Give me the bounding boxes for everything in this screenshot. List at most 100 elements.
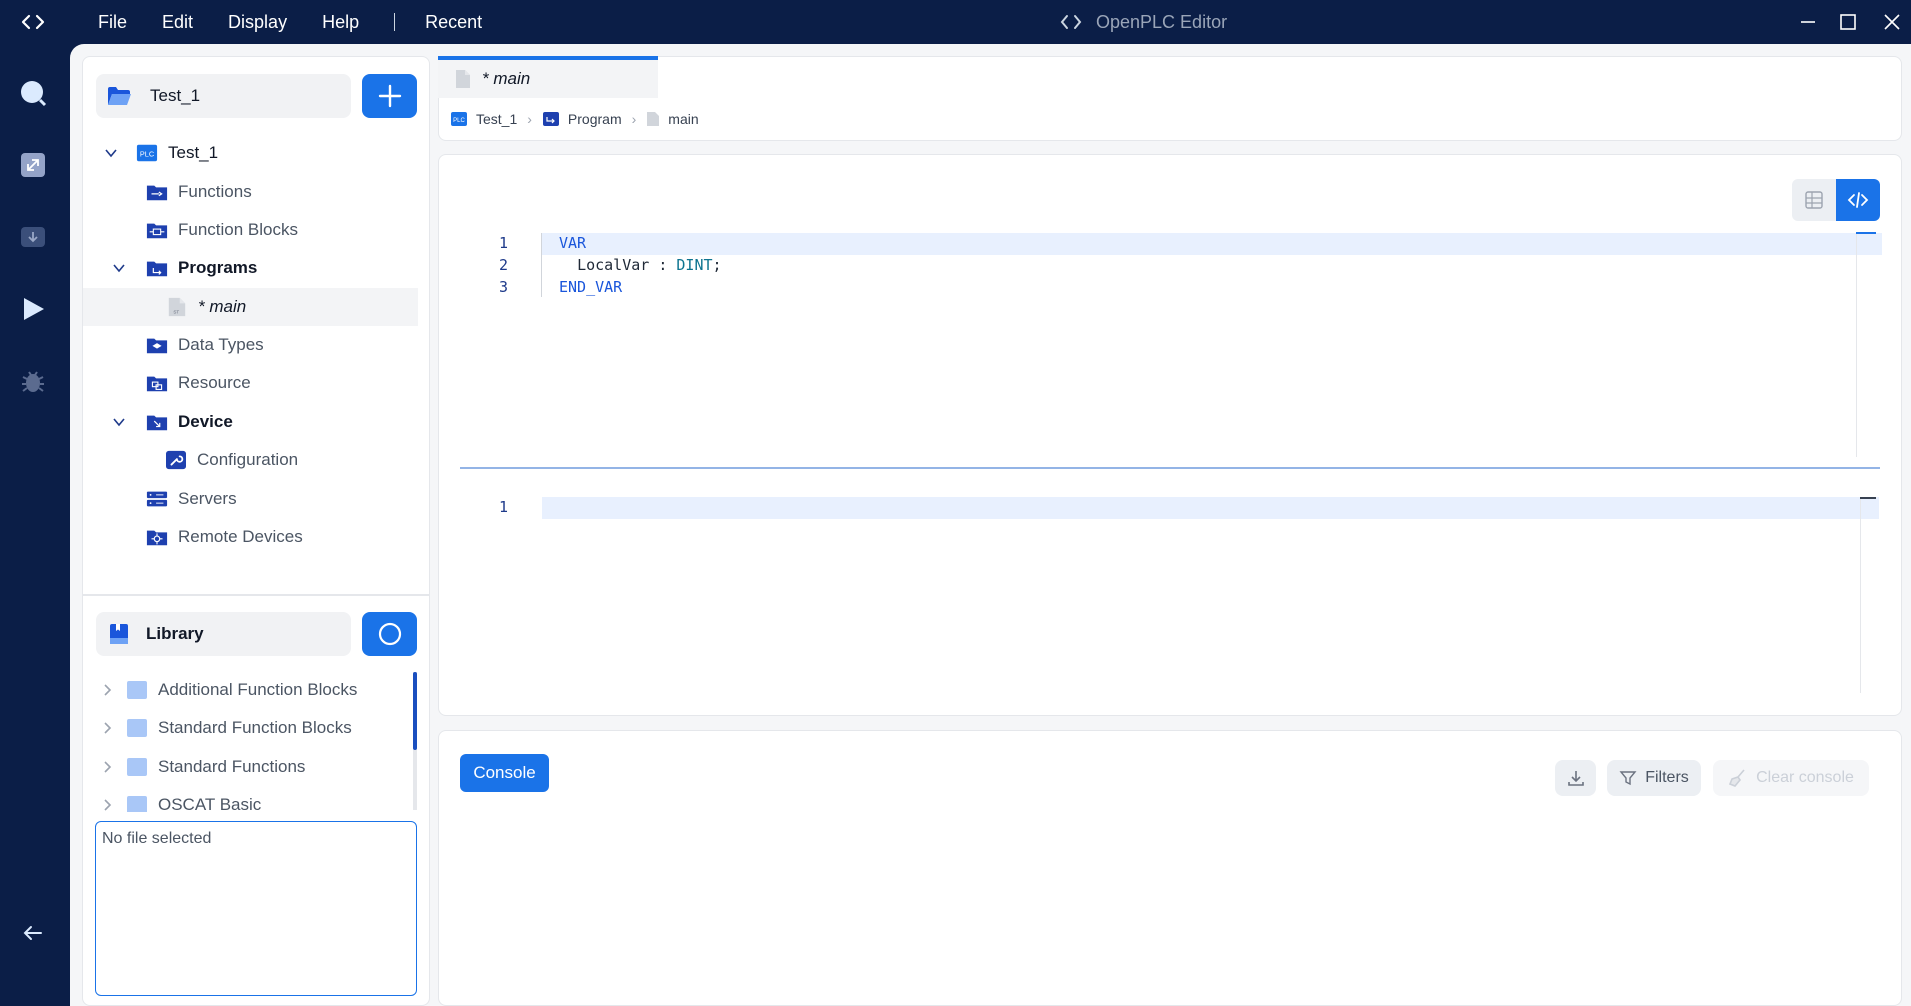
maximize-button[interactable] — [1826, 0, 1870, 44]
search-activity-button[interactable] — [18, 78, 48, 108]
programs-folder-icon — [146, 261, 168, 277]
tree-item-project[interactable]: PLC Test_1 — [104, 134, 218, 172]
tree-item-data-types[interactable]: Data Types — [146, 326, 264, 364]
menu-help[interactable]: Help — [322, 12, 359, 33]
menu-display[interactable]: Display — [228, 12, 287, 33]
chevron-down-icon — [113, 264, 125, 273]
project-selector[interactable]: Test_1 — [96, 74, 351, 118]
filters-button[interactable]: Filters — [1607, 760, 1701, 796]
st-file-icon: ST — [168, 297, 186, 317]
menu-file[interactable]: File — [98, 12, 127, 33]
library-title: Library — [146, 624, 204, 643]
program-icon — [542, 112, 559, 126]
close-button[interactable] — [1870, 0, 1911, 44]
plus-icon — [378, 84, 401, 108]
tree-item-label: Function Blocks — [178, 220, 298, 239]
filter-icon — [1619, 771, 1637, 786]
tree-item-label: Remote Devices — [178, 527, 303, 546]
tree-item-label: Programs — [178, 258, 258, 277]
library-item[interactable]: Additional Function Blocks — [100, 672, 357, 708]
chevron-right-icon: › — [527, 111, 532, 127]
overview-ruler-marker — [1860, 497, 1876, 499]
folder-icon — [127, 796, 147, 812]
minimize-button[interactable] — [1786, 0, 1830, 44]
st-file-icon — [456, 70, 470, 88]
tab-label: * main — [482, 69, 531, 88]
table-icon — [1805, 191, 1823, 209]
chevron-down-icon — [105, 149, 117, 158]
tree-item-resource[interactable]: Resource — [146, 364, 251, 402]
plc-badge: PLC — [453, 118, 465, 124]
line-number: 3 — [498, 278, 508, 296]
overview-ruler — [1860, 497, 1861, 693]
current-line-highlight — [542, 233, 1882, 255]
folder-icon — [127, 681, 147, 699]
code-line[interactable]: VAR — [559, 234, 586, 252]
download-log-button[interactable] — [1555, 760, 1596, 796]
tab-main[interactable]: * main — [438, 56, 658, 98]
download-activity-button[interactable] — [18, 222, 48, 252]
menu-edit[interactable]: Edit — [162, 12, 193, 33]
line-number: 1 — [498, 498, 508, 516]
menu-recent[interactable]: Recent — [425, 12, 482, 33]
tree-item-label: Test_1 — [168, 143, 219, 162]
library-search-button[interactable] — [362, 612, 417, 656]
plc-icon: PLC — [136, 144, 158, 162]
clear-console-button[interactable]: Clear console — [1713, 760, 1869, 796]
chevron-right-icon: › — [631, 111, 637, 127]
plc-badge: PLC — [140, 150, 155, 159]
tree-item-servers[interactable]: Servers — [146, 480, 237, 518]
breadcrumb-project[interactable]: Test_1 — [476, 111, 517, 127]
tree-item-label: * main — [198, 297, 247, 316]
library-list: Additional Function Blocks Standard Func… — [82, 672, 422, 812]
tree-item-main[interactable]: ST * main — [166, 288, 246, 326]
library-item[interactable]: OSCAT Basic — [100, 787, 261, 812]
library-item[interactable]: Standard Functions — [100, 749, 305, 785]
scrollbar-thumb[interactable] — [413, 672, 417, 750]
breadcrumb-file[interactable]: main — [668, 111, 698, 127]
clear-console-label: Clear console — [1756, 769, 1854, 786]
library-scrollbar[interactable] — [413, 672, 417, 810]
code-view-button[interactable] — [1836, 179, 1880, 221]
overview-ruler — [1856, 233, 1857, 457]
resource-folder-icon — [146, 376, 168, 392]
current-line-highlight — [542, 497, 1879, 519]
panel-divider[interactable] — [83, 594, 429, 596]
library-header[interactable]: Library — [96, 612, 351, 656]
editor-splitter[interactable] — [460, 467, 1880, 469]
tree-item-configuration[interactable]: Configuration — [165, 441, 298, 479]
console-tab[interactable]: Console — [460, 754, 549, 792]
filters-label: Filters — [1645, 769, 1689, 786]
open-folder-icon — [108, 87, 131, 105]
run-activity-button[interactable] — [18, 294, 48, 324]
activity-bar — [0, 44, 70, 1006]
line-number: 2 — [498, 256, 508, 274]
collapse-sidebar-button[interactable] — [18, 918, 48, 948]
menu-divider — [394, 13, 396, 31]
download-icon — [21, 227, 45, 247]
tree-item-functions[interactable]: Functions — [146, 173, 252, 211]
tree-item-programs[interactable]: Programs — [112, 249, 257, 287]
download-icon — [1567, 771, 1584, 786]
folder-icon — [127, 758, 147, 776]
zoom-activity-button[interactable] — [18, 150, 48, 180]
debug-activity-button[interactable] — [18, 366, 48, 396]
code-line[interactable]: LocalVar : DINT; — [559, 256, 722, 274]
breadcrumb-program[interactable]: Program — [568, 111, 622, 127]
library-item[interactable]: Standard Function Blocks — [100, 710, 352, 746]
tree-item-label: Data Types — [178, 335, 264, 354]
tree-item-remote-devices[interactable]: Remote Devices — [146, 518, 303, 556]
tree-item-device[interactable]: Device — [112, 403, 233, 441]
library-item-label: Standard Function Blocks — [158, 718, 352, 737]
app-title: OpenPLC Editor — [1060, 0, 1227, 44]
tree-item-function-blocks[interactable]: Function Blocks — [146, 211, 298, 249]
tree-item-label: Servers — [178, 489, 237, 508]
breadcrumb: PLC Test_1 › Program › main — [450, 108, 699, 130]
add-button[interactable] — [362, 74, 417, 118]
server-icon — [146, 491, 168, 507]
console-tab-label: Console — [473, 763, 536, 782]
table-view-button[interactable] — [1792, 179, 1836, 221]
code-line[interactable]: END_VAR — [559, 278, 622, 296]
functions-folder-icon — [146, 185, 168, 201]
code-brackets-icon — [21, 14, 45, 30]
